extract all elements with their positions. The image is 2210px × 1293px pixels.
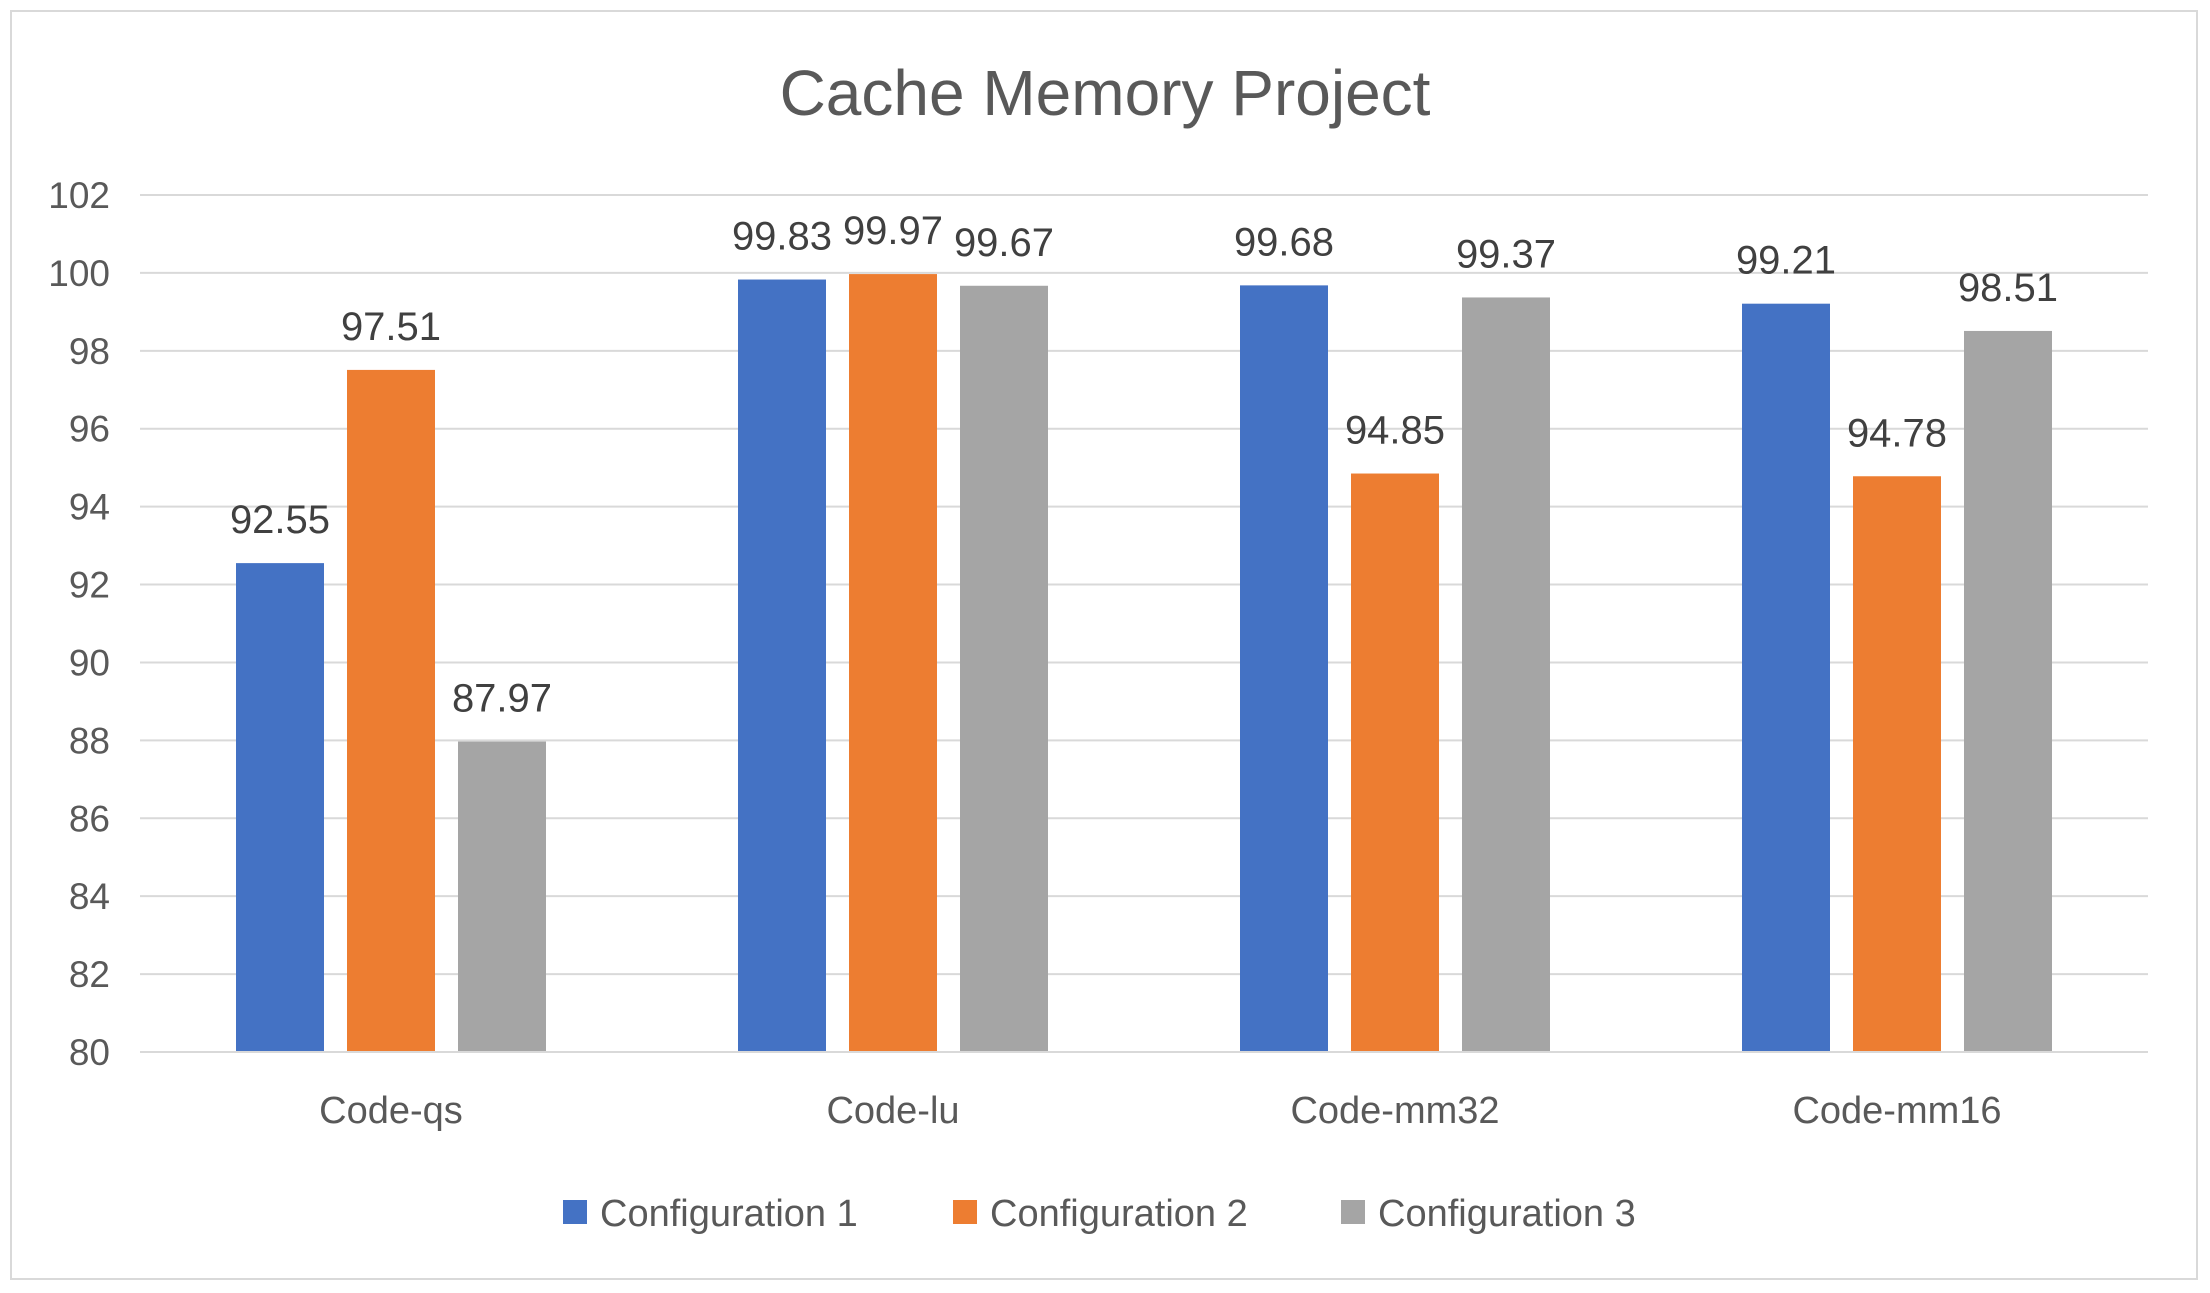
data-label: 87.97: [452, 677, 552, 721]
y-tick-label: 80: [69, 1032, 110, 1073]
data-label: 94.78: [1847, 411, 1947, 455]
bar-code-qs-series-1: [236, 563, 324, 1052]
legend-swatch: [953, 1200, 977, 1224]
x-category-label: Code-lu: [826, 1090, 959, 1132]
y-tick-label: 86: [69, 798, 110, 839]
data-label: 99.67: [954, 221, 1054, 265]
data-label: 92.55: [230, 498, 330, 542]
x-category-label: Code-mm32: [1290, 1090, 1499, 1132]
data-label: 94.85: [1345, 409, 1445, 453]
legend-swatch: [563, 1200, 587, 1224]
data-label: 99.68: [1234, 220, 1334, 264]
bar-code-mm16-series-1: [1742, 303, 1830, 1052]
legend-label: Configuration 3: [1378, 1193, 1636, 1235]
bar-code-lu-series-1: [738, 279, 826, 1052]
legend-label: Configuration 1: [600, 1193, 858, 1235]
bar-chart: Cache Memory Project 80 82 84 86 88 90 92 94 96 9…: [48, 57, 2148, 1235]
bar-code-qs-series-2: [347, 369, 435, 1053]
bar-code-mm32-series-1: [1240, 285, 1328, 1053]
bar-code-lu-series-2: [849, 274, 937, 1052]
y-tick-label: 82: [69, 954, 110, 995]
gridlines: [140, 194, 2148, 1053]
data-label: 97.51: [341, 305, 441, 349]
legend-swatch: [1341, 1200, 1365, 1224]
y-axis: 80 82 84 86 88 90 92 94 96 98 100 102: [48, 175, 110, 1073]
chart-title: Cache Memory Project: [780, 57, 1431, 129]
y-tick-label: 100: [48, 253, 110, 294]
y-tick-label: 102: [48, 175, 110, 216]
y-tick-label: 94: [69, 487, 110, 528]
bar-code-lu-series-3: [960, 285, 1048, 1052]
data-label: 99.97: [843, 209, 943, 253]
data-label: 99.37: [1456, 232, 1556, 276]
bar-code-mm16-series-3: [1964, 330, 2052, 1052]
y-tick-label: 88: [69, 720, 110, 761]
data-label: 98.51: [1958, 266, 2058, 310]
x-category-label: Code-qs: [319, 1090, 463, 1132]
legend-label: Configuration 2: [990, 1193, 1248, 1235]
y-tick-label: 90: [69, 642, 110, 683]
bar-code-mm32-series-2: [1351, 473, 1439, 1052]
data-label: 99.21: [1736, 239, 1836, 283]
bar-code-mm16-series-2: [1853, 476, 1941, 1052]
y-tick-label: 84: [69, 876, 110, 917]
legend: Configuration 1 Configuration 2 Configurat…: [563, 1193, 1636, 1235]
y-tick-label: 96: [69, 409, 110, 450]
bar-code-qs-series-3: [458, 741, 546, 1052]
bar-code-mm32-series-3: [1462, 297, 1550, 1052]
data-label: 99.83: [732, 215, 832, 259]
y-tick-label: 98: [69, 331, 110, 372]
y-tick-label: 92: [69, 565, 110, 606]
x-category-label: Code-mm16: [1792, 1090, 2001, 1132]
x-axis: Code-qs Code-lu Code-mm32 Code-mm16: [140, 1051, 2148, 1132]
